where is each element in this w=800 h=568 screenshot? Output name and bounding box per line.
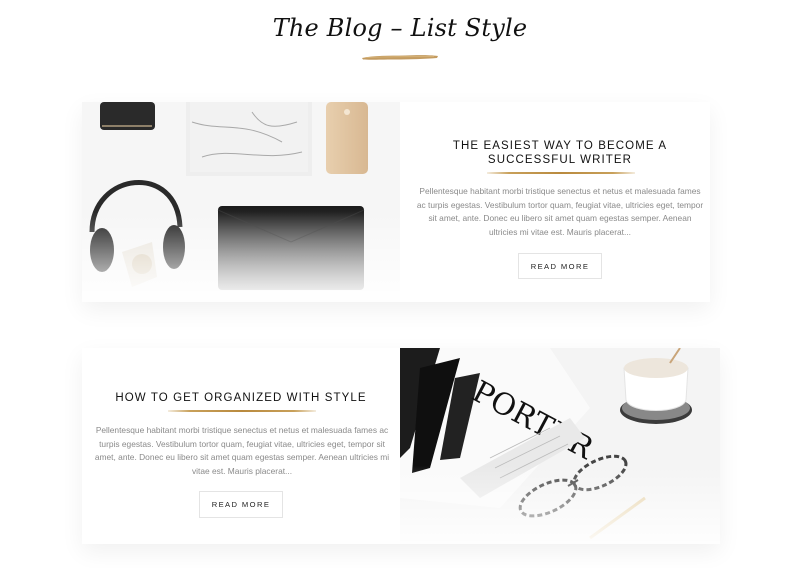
gold-underline <box>168 410 316 412</box>
gold-underline <box>487 172 635 174</box>
blog-post-card: HOW TO GET ORGANIZED WITH STYLE Pellente… <box>82 348 720 544</box>
post-title[interactable]: HOW TO GET ORGANIZED WITH STYLE <box>102 391 380 405</box>
post-title[interactable]: THE EASIEST WAY TO BECOME A SUCCESSFUL W… <box>430 139 690 167</box>
post-image[interactable] <box>82 102 400 302</box>
post-image[interactable]: PORTER <box>400 348 720 544</box>
read-more-button[interactable]: READ MORE <box>199 491 283 518</box>
page-title: The Blog – List Style <box>272 14 528 42</box>
post-excerpt: Pellentesque habitant morbi tristique se… <box>94 425 390 476</box>
blog-post-card: THE EASIEST WAY TO BECOME A SUCCESSFUL W… <box>82 102 710 302</box>
read-more-button[interactable]: READ MORE <box>518 253 602 279</box>
flatlay-photo <box>82 102 400 302</box>
magazine-photo: PORTER <box>400 348 720 544</box>
post-excerpt: Pellentesque habitant morbi tristique se… <box>416 186 704 237</box>
brush-stroke-divider <box>362 55 438 60</box>
